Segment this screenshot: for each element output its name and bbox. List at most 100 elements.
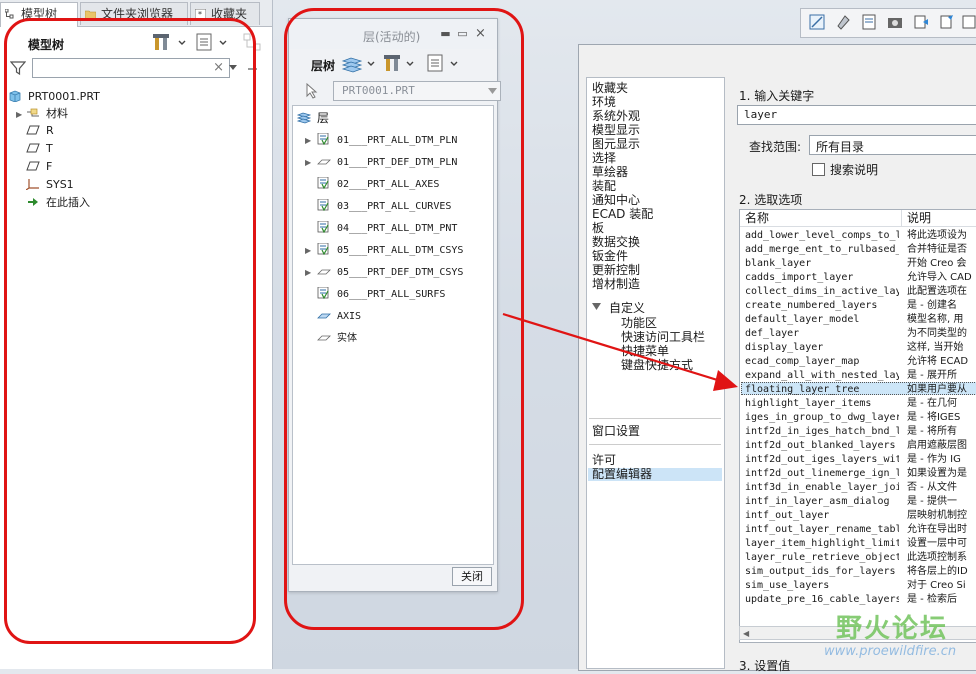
- search-description-checkbox[interactable]: [812, 163, 825, 176]
- option-name[interactable]: add_lower_level_comps_to_l: [745, 229, 899, 243]
- watermark-logo: 野火论坛: [836, 614, 949, 644]
- nav-item-config-editor[interactable]: 配置编辑器: [592, 468, 652, 481]
- nav-item[interactable]: 图元显示: [592, 138, 640, 151]
- option-name[interactable]: intf2d_out_iges_layers_wit: [745, 453, 899, 467]
- option-description: 是 - 提供一: [907, 496, 957, 507]
- option-name[interactable]: collect_dims_in_active_lay: [745, 285, 899, 299]
- options-dialog: 收藏夹 环境 系统外观 模型显示 图元显示 选择 草绘器 装配 通知中心 ECAD 装配板数据交换…: [578, 44, 976, 673]
- option-description: 此配置选项在: [907, 286, 967, 297]
- option-name[interactable]: iges_in_group_to_dwg_layer: [745, 411, 899, 425]
- option-name[interactable]: intf3d_in_enable_layer_joi: [745, 481, 899, 495]
- model-tree-icon: [5, 9, 14, 19]
- option-name[interactable]: layer_rule_retrieve_object: [745, 551, 899, 565]
- option-name[interactable]: intf2d_out_blanked_layers: [745, 439, 899, 453]
- column-header-description[interactable]: 说明: [902, 210, 976, 227]
- nav-item-window-settings[interactable]: 窗口设置: [592, 425, 640, 438]
- shading-icon[interactable]: [835, 14, 851, 30]
- option-description: 允许在导出时: [907, 524, 967, 535]
- nav-subitem[interactable]: 功能区: [621, 317, 657, 330]
- option-name[interactable]: blank_layer: [745, 257, 899, 271]
- scope-select[interactable]: 所有目录: [809, 135, 976, 155]
- datum-display-icon[interactable]: [913, 14, 929, 30]
- option-name[interactable]: sim_use_layers: [745, 579, 899, 593]
- annotation-display-icon[interactable]: [961, 14, 976, 30]
- step1-label: 1. 输入关键字: [739, 89, 815, 103]
- watermark-url: www.proewildfire.cn: [824, 644, 957, 659]
- nav-item[interactable]: 通知中心: [592, 194, 640, 207]
- option-name[interactable]: cadds_import_layer: [745, 271, 899, 285]
- option-name[interactable]: add_merge_ent_to_rulbased_: [745, 243, 899, 257]
- column-header-name[interactable]: 名称: [740, 210, 902, 227]
- option-name[interactable]: floating_layer_tree: [745, 383, 899, 397]
- option-name[interactable]: intf2d_out_linemerge_ign_l: [745, 467, 899, 481]
- nav-item[interactable]: 收藏夹: [592, 82, 628, 95]
- option-name[interactable]: display_layer: [745, 341, 899, 355]
- nav-item[interactable]: 环境: [592, 96, 616, 109]
- option-description: 是 - 在几何: [907, 398, 957, 409]
- step3-label: 3. 设置值: [739, 659, 791, 673]
- option-name[interactable]: def_layer: [745, 327, 899, 341]
- nav-item[interactable]: 板: [592, 222, 604, 235]
- named-views-icon[interactable]: [861, 14, 877, 30]
- nav-item[interactable]: 选择: [592, 152, 616, 165]
- nav-item[interactable]: 草绘器: [592, 166, 628, 179]
- option-description: 是 - 将IGES: [907, 412, 961, 423]
- option-name[interactable]: intf2d_in_iges_hatch_bnd_l: [745, 425, 899, 439]
- nav-item[interactable]: 更新控制: [592, 264, 640, 277]
- option-name[interactable]: sim_output_ids_for_layers: [745, 565, 899, 579]
- annotation-ring-layer-window: [284, 8, 524, 630]
- collapse-arrow-icon[interactable]: [592, 303, 601, 311]
- nav-item[interactable]: 装配: [592, 180, 616, 193]
- annotation-ring-model-tree: [4, 18, 256, 644]
- keyword-input[interactable]: layer: [737, 105, 976, 125]
- nav-item[interactable]: 模型显示: [592, 124, 640, 137]
- option-description: 是 - 作为 IG: [907, 454, 961, 465]
- option-description: 层映射机制控: [907, 510, 967, 521]
- option-description: 对于 Creo Si: [907, 580, 966, 591]
- option-description: 如果设置为是: [907, 468, 967, 479]
- search-description-label: 搜索说明: [830, 163, 879, 177]
- options-table: 名称 说明 add_lower_level_comps_to_l 将此选项设为 ad…: [739, 209, 976, 643]
- option-name[interactable]: update_pre_16_cable_layers: [745, 593, 899, 607]
- option-description: 这样, 当开始: [907, 342, 964, 353]
- nav-subitem[interactable]: 快捷菜单: [621, 345, 669, 358]
- scroll-left-icon[interactable]: ◀: [743, 629, 749, 638]
- option-description: 是 - 展开所: [907, 370, 957, 381]
- option-description: 启用遮蔽层图: [907, 440, 967, 451]
- nav-divider: [589, 444, 721, 445]
- option-name[interactable]: layer_item_highlight_limit: [745, 537, 899, 551]
- option-name[interactable]: expand_all_with_nested_lay: [745, 369, 899, 383]
- scope-label: 查找范围:: [749, 140, 802, 154]
- option-description: 如果用户要从: [907, 384, 967, 395]
- options-nav: 收藏夹 环境 系统外观 模型显示 图元显示 选择 草绘器 装配 通知中心 ECAD 装配板数据交换…: [586, 77, 725, 669]
- option-name[interactable]: default_layer_model: [745, 313, 899, 327]
- option-description: 开始 Creo 会: [907, 258, 967, 269]
- option-name[interactable]: highlight_layer_items: [745, 397, 899, 411]
- nav-item[interactable]: 数据交换: [592, 236, 640, 249]
- option-description: 否 - 从文件: [907, 482, 957, 493]
- nav-item[interactable]: 系统外观: [592, 110, 640, 123]
- option-name[interactable]: ecad_comp_layer_map: [745, 355, 899, 369]
- nav-divider: [589, 418, 721, 419]
- option-description: 是 - 创建名: [907, 300, 957, 311]
- option-description: 是 - 将所有: [907, 426, 957, 437]
- option-description: 将此选项设为: [907, 230, 967, 241]
- nav-item[interactable]: ECAD 装配: [592, 208, 653, 221]
- option-name[interactable]: create_numbered_layers: [745, 299, 899, 313]
- spin-center-icon[interactable]: [939, 14, 955, 30]
- nav-subitem[interactable]: 快速访问工具栏: [621, 331, 705, 344]
- option-description: 允许将 ECAD: [907, 356, 969, 367]
- nav-subitem[interactable]: 键盘快捷方式: [621, 359, 693, 372]
- option-name[interactable]: intf_in_layer_asm_dialog: [745, 495, 899, 509]
- step2-label: 2. 选取选项: [739, 193, 803, 207]
- nav-item-customize[interactable]: 自定义: [609, 302, 645, 315]
- nav-item[interactable]: 增材制造: [592, 278, 640, 291]
- option-name[interactable]: intf_out_layer_rename_tabl: [745, 523, 899, 537]
- refit-icon[interactable]: [809, 14, 825, 30]
- camera-icon[interactable]: [887, 14, 903, 30]
- option-description: 允许导入 CAD: [907, 272, 972, 283]
- scope-value: 所有目录: [816, 140, 865, 154]
- option-name[interactable]: intf_out_layer: [745, 509, 899, 523]
- nav-item[interactable]: 钣金件: [592, 250, 628, 263]
- nav-item-license[interactable]: 许可: [592, 454, 616, 467]
